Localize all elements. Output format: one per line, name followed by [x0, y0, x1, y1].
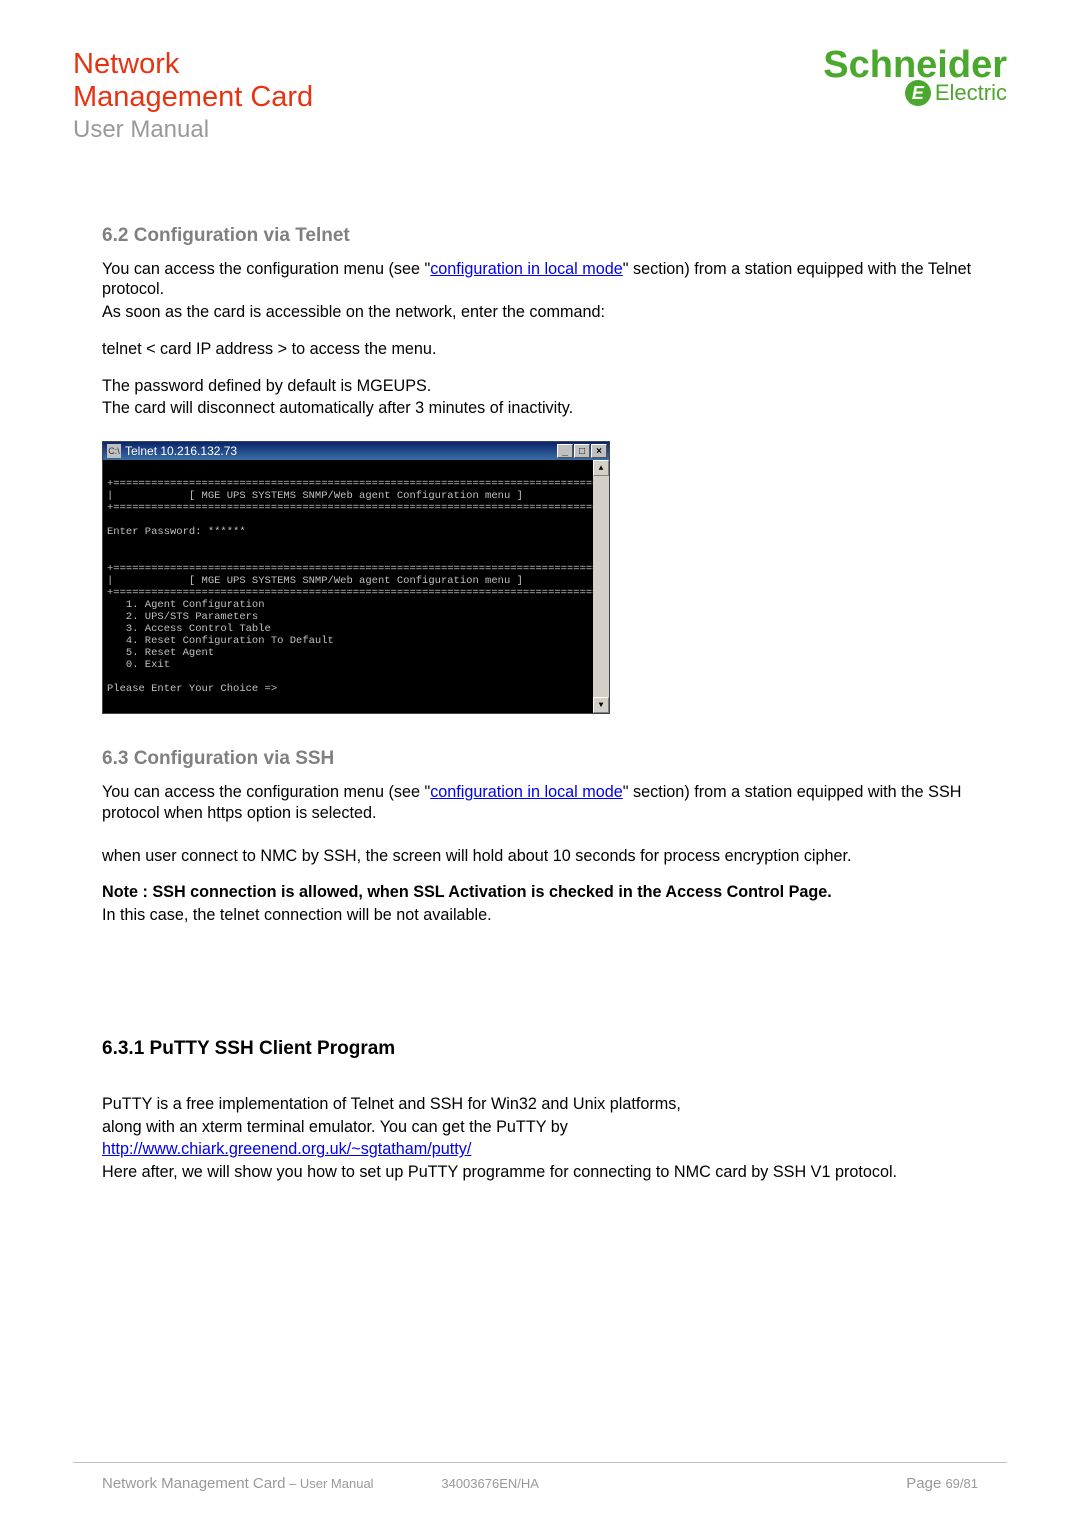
page-footer: Network Management Card – User Manual 34…: [73, 1462, 1007, 1492]
s63-para3: In this case, the telnet connection will…: [102, 905, 978, 926]
s631-para2: along with an xterm terminal emulator. Y…: [102, 1117, 978, 1138]
heading-6-3: 6.3 Configuration via SSH: [102, 748, 978, 770]
title-line-2: Management Card: [73, 81, 313, 114]
product-title-block: Network Management Card User Manual: [73, 48, 313, 145]
telnet-title: Telnet 10.216.132.73: [125, 444, 237, 458]
s62-para5: The card will disconnect automatically a…: [102, 398, 978, 419]
close-button[interactable]: ×: [591, 444, 607, 458]
link-config-local-mode-2[interactable]: configuration in local mode: [430, 783, 623, 801]
telnet-terminal-output: +=======================================…: [103, 460, 593, 713]
s631-para3: Here after, we will show you how to set …: [102, 1162, 978, 1183]
maximize-button[interactable]: □: [574, 444, 590, 458]
logo-main-text: Schneider: [823, 48, 1007, 82]
title-line-1: Network: [73, 48, 313, 81]
schneider-logo: Schneider E Electric: [823, 48, 1007, 106]
s62-para1-a: You can access the configuration menu (s…: [102, 260, 430, 278]
footer-product: Network Management Card: [102, 1475, 285, 1492]
telnet-titlebar: C:\ Telnet 10.216.132.73 _ □ ×: [103, 442, 609, 460]
telnet-scrollbar[interactable]: ▲ ▼: [593, 460, 609, 713]
scroll-down-icon[interactable]: ▼: [593, 697, 609, 713]
s631-para1: PuTTY is a free implementation of Telnet…: [102, 1094, 978, 1115]
s62-para4: The password defined by default is MGEUP…: [102, 376, 978, 397]
heading-6-2: 6.2 Configuration via Telnet: [102, 225, 978, 247]
scroll-up-icon[interactable]: ▲: [593, 460, 609, 476]
link-config-local-mode-1[interactable]: configuration in local mode: [430, 260, 623, 278]
s62-para1: You can access the configuration menu (s…: [102, 259, 978, 300]
s63-para1: You can access the configuration menu (s…: [102, 782, 978, 823]
terminal-icon: C:\: [107, 444, 121, 458]
minimize-button[interactable]: _: [557, 444, 573, 458]
s63-para1-a: You can access the configuration menu (s…: [102, 783, 430, 801]
footer-page-label: Page: [906, 1475, 945, 1492]
heading-6-3-1: 6.3.1 PuTTY SSH Client Program: [102, 1038, 978, 1060]
s62-para3: telnet < card IP address > to access the…: [102, 339, 978, 360]
title-subtitle: User Manual: [73, 115, 313, 145]
logo-sub-text: Electric: [935, 80, 1007, 106]
footer-page-num: 69/81: [945, 1476, 978, 1491]
s62-para2: As soon as the card is accessible on the…: [102, 302, 978, 323]
s63-para2: when user connect to NMC by SSH, the scr…: [102, 846, 978, 867]
s63-note: Note : SSH connection is allowed, when S…: [102, 882, 978, 903]
telnet-window: C:\ Telnet 10.216.132.73 _ □ × +========…: [102, 441, 610, 714]
s63-note-bold: Note : SSH connection is allowed, when S…: [102, 883, 832, 901]
logo-e-icon: E: [905, 80, 931, 106]
footer-usermanual: – User Manual: [285, 1476, 373, 1491]
footer-doc-id: 34003676EN/HA: [441, 1476, 539, 1491]
link-putty[interactable]: http://www.chiark.greenend.org.uk/~sgtat…: [102, 1140, 471, 1158]
